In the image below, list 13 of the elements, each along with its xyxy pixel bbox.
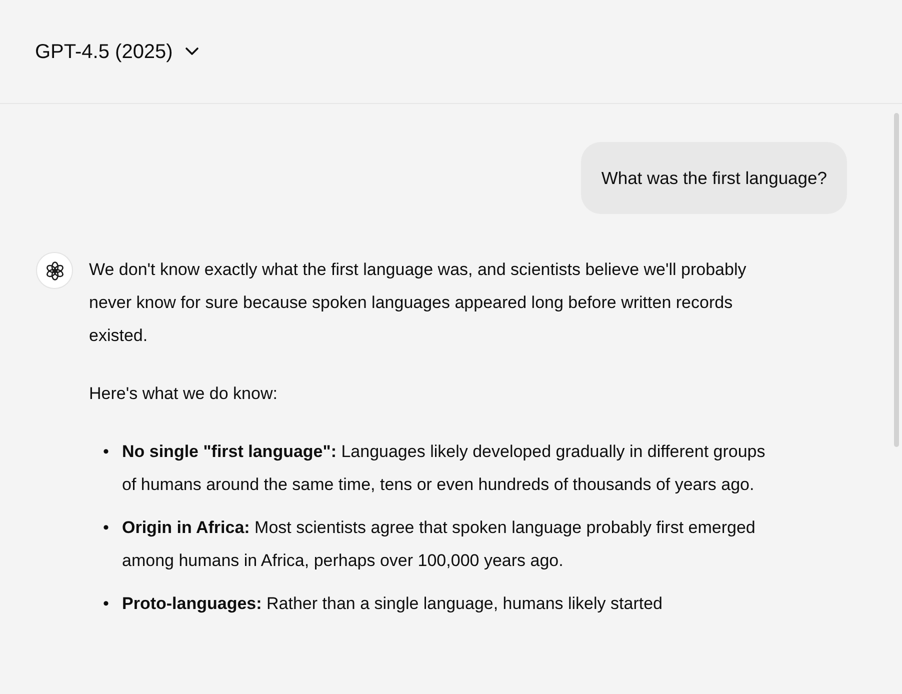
response-paragraph: We don't know exactly what the first language was, and scientists believe we'll probably never know for sure because spoken languages appeared long before written records existed.	[89, 259, 748, 347]
bullet-text: Origin in Africa: Most scientists agree that spoken language probably first emerged among humans in Africa, perhaps over 100,000 years ago.	[122, 517, 756, 572]
response-paragraph: Here's what we do know:	[89, 383, 278, 405]
bullet-marker: •	[103, 517, 110, 539]
user-message: What was the first language?	[581, 142, 847, 214]
bullet-marker: •	[103, 593, 110, 615]
bullet-text: Proto-languages: Rather than a single language, humans likely started	[122, 593, 662, 615]
scrollbar-thumb[interactable]	[894, 113, 899, 447]
chevron-down-icon	[184, 47, 199, 56]
bullet-marker: •	[103, 441, 110, 463]
model-selector[interactable]: GPT-4.5 (2025)	[35, 36, 199, 66]
knot-logo-icon	[44, 260, 66, 282]
bullet-text: No single "first language": Languages likely developed gradually in different groups of humans around the same time, tens or even hundreds of thousands of years ago.	[122, 441, 766, 496]
